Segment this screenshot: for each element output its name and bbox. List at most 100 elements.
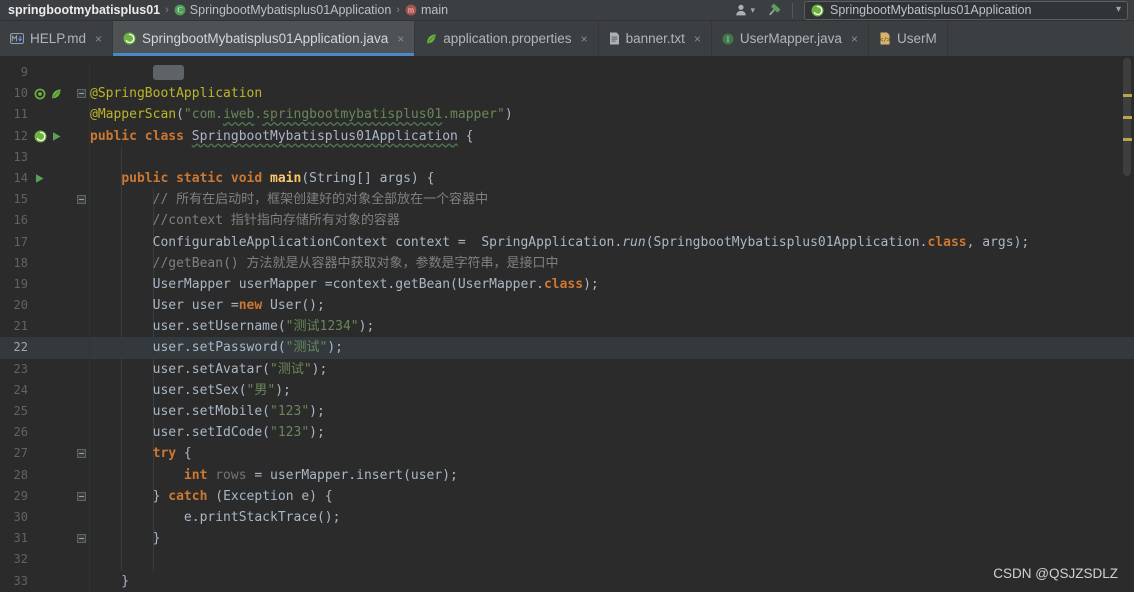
code-text[interactable]: User user =new User(); — [90, 295, 1134, 316]
code-token: { — [457, 128, 474, 144]
code-text[interactable]: } — [90, 571, 1134, 592]
code-text[interactable] — [90, 549, 1134, 570]
code-text[interactable] — [90, 62, 1134, 83]
run-icon[interactable] — [51, 131, 62, 142]
run-config-select[interactable]: SpringbootMybatisplus01Application ▾ — [804, 0, 1128, 20]
code-token: ConfigurableApplicationContext context =… — [90, 234, 623, 250]
code-line-33: 33 } — [0, 570, 1134, 592]
gutter: 33 — [0, 570, 90, 592]
code-text[interactable]: public static void main(String[] args) { — [90, 168, 1134, 189]
code-token: } — [90, 573, 130, 589]
breadcrumb-item[interactable]: m main — [405, 3, 448, 17]
breadcrumb-item[interactable]: C SpringbootMybatisplus01Application — [174, 3, 391, 17]
spring-boot-icon[interactable] — [34, 130, 47, 143]
line-number: 29 — [13, 488, 28, 503]
fold-slot — [73, 195, 89, 205]
breadcrumb-item[interactable]: springbootmybatisplus01 — [8, 3, 160, 17]
build-project-button[interactable] — [766, 3, 781, 18]
scrollbar[interactable] — [1120, 56, 1134, 592]
tab-application-properties[interactable]: application.properties × — [415, 21, 599, 56]
spring-leaf-icon[interactable] — [50, 88, 62, 100]
line-number: 28 — [13, 467, 28, 482]
line-number: 13 — [13, 149, 28, 164]
code-text[interactable]: user.setSex("男"); — [90, 380, 1134, 401]
close-icon[interactable]: × — [694, 32, 701, 46]
folded-region-box — [152, 65, 184, 80]
close-icon[interactable]: × — [95, 32, 102, 46]
tab-help-md[interactable]: HELP.md × — [0, 21, 114, 56]
hammer-icon — [766, 3, 781, 18]
gutter: 16 — [0, 210, 90, 232]
code-text[interactable] — [90, 147, 1134, 168]
code-line-21: 21 user.setUsername("测试1234"); — [0, 316, 1134, 338]
code-text[interactable]: } catch (Exception e) { — [90, 486, 1134, 507]
code-text[interactable]: int rows = userMapper.insert(user); — [90, 465, 1134, 486]
method-icon: m — [405, 4, 417, 16]
code-text[interactable]: } — [90, 528, 1134, 549]
code-text[interactable]: //getBean() 方法就是从容器中获取对象，参数是字符串，是接口中 — [90, 253, 1134, 274]
spring-bean-icon[interactable] — [34, 88, 46, 100]
code-text[interactable]: user.setAvatar("测试"); — [90, 359, 1134, 380]
code-line-18: 18 //getBean() 方法就是从容器中获取对象，参数是字符串，是接口中 — [0, 252, 1134, 274]
warning-stripe-mark[interactable] — [1123, 138, 1132, 141]
fold-marker[interactable] — [76, 89, 86, 99]
warning-stripe-mark[interactable] — [1123, 116, 1132, 119]
code-text[interactable]: ConfigurableApplicationContext context =… — [90, 232, 1134, 253]
gutter: 12 — [0, 125, 90, 147]
warning-stripe-mark[interactable] — [1123, 94, 1132, 97]
code-text[interactable]: public class SpringbootMybatisplus01Appl… — [90, 126, 1134, 147]
gutter: 27 — [0, 443, 90, 465]
tab-springbootmybatisplus01application-java[interactable]: SpringbootMybatisplus01Application.java × — [113, 21, 416, 56]
navigation-bar: springbootmybatisplus01 › C SpringbootMybat… — [0, 0, 1134, 21]
close-icon[interactable]: × — [851, 32, 858, 46]
tab-userm[interactable]: </> UserM — [869, 21, 948, 56]
code-line-28: 28 int rows = userMapper.insert(user); — [0, 464, 1134, 486]
svg-text:m: m — [408, 6, 415, 15]
code-text[interactable]: @MapperScan("com.iweb.springbootmybatisp… — [90, 104, 1134, 125]
fold-marker[interactable] — [76, 491, 86, 501]
line-number: 9 — [20, 65, 28, 79]
code-token: "测试" — [270, 361, 312, 377]
code-text[interactable]: user.setPassword("测试"); — [90, 337, 1134, 358]
gutter: 13 — [0, 146, 90, 168]
code-text[interactable]: @SpringBootApplication — [90, 83, 1134, 104]
spring-boot-icon — [811, 4, 824, 17]
code-token: "123" — [270, 404, 310, 419]
code-token: class — [543, 276, 584, 292]
tab-banner-txt[interactable]: banner.txt × — [599, 21, 712, 56]
code-text[interactable]: UserMapper userMapper =context.getBean(U… — [90, 274, 1134, 295]
user-profile-button[interactable]: ▾ — [734, 3, 755, 17]
code-line-29: 29 } catch (Exception e) { — [0, 485, 1134, 507]
code-token: SpringbootMybatisplus01Application — [191, 128, 458, 144]
run-icon[interactable] — [34, 173, 45, 184]
close-icon[interactable]: × — [581, 32, 588, 46]
tab-label: UserMapper.java — [739, 31, 842, 46]
line-number: 19 — [13, 276, 28, 291]
ide-window: springbootmybatisplus01 › C SpringbootMybat… — [0, 0, 1134, 592]
line-number: 14 — [13, 170, 28, 185]
code-text[interactable]: //context 指针指向存储所有对象的容器 — [90, 210, 1134, 231]
class-icon: C — [174, 4, 186, 16]
text-file-icon — [609, 32, 620, 45]
svg-text:</>: </> — [880, 37, 891, 44]
code-line-25: 25 user.setMobile("123"); — [0, 401, 1134, 423]
code-token: ( — [176, 107, 184, 123]
code-text[interactable]: try { — [90, 443, 1134, 464]
code-text[interactable]: // 所有在启动时，框架创建好的对象全部放在一个容器中 — [90, 189, 1134, 210]
code-text[interactable]: e.printStackTrace(); — [90, 507, 1134, 528]
spring-boot-icon — [123, 32, 136, 45]
code-text[interactable]: user.setMobile("123"); — [90, 401, 1134, 422]
code-text[interactable]: user.setIdCode("123"); — [90, 422, 1134, 443]
close-icon[interactable]: × — [397, 32, 404, 46]
code-line-10: 10 @SpringBootApplication — [0, 83, 1134, 105]
fold-marker[interactable] — [76, 534, 86, 544]
svg-text:I: I — [727, 34, 730, 43]
fold-marker[interactable] — [76, 195, 86, 205]
code-text[interactable]: user.setUsername("测试1234"); — [90, 316, 1134, 337]
fold-marker[interactable] — [76, 449, 86, 459]
tab-usermapper-java[interactable]: I UserMapper.java × — [712, 21, 869, 56]
code-line-22: 22 user.setPassword("测试"); — [0, 337, 1134, 359]
gutter: 18 — [0, 252, 90, 274]
